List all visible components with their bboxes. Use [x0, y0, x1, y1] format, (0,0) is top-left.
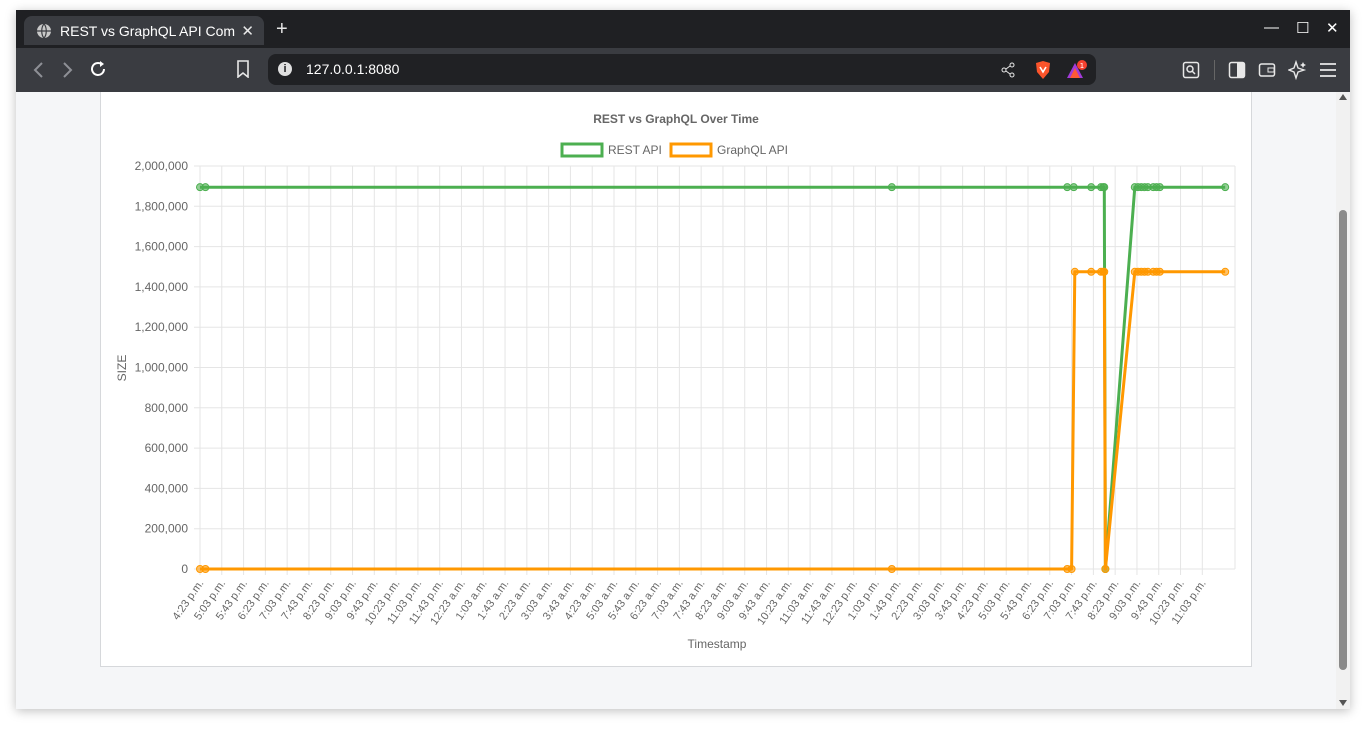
data-point: [1070, 267, 1079, 276]
brave-shield-icon[interactable]: [1034, 60, 1052, 80]
back-icon[interactable]: [32, 60, 46, 80]
legend-swatch: [560, 142, 604, 158]
x-axis: 4:23 p.m.5:03 p.m.5:43 p.m.6:23 p.m.7:03…: [170, 578, 1208, 627]
scroll-down-icon[interactable]: [1339, 700, 1347, 706]
toolbar-divider: [1214, 60, 1215, 80]
scrollbar[interactable]: [1336, 92, 1350, 709]
y-tick-label: 200,000: [145, 522, 189, 536]
data-point: [1100, 183, 1109, 192]
forward-icon[interactable]: [60, 60, 74, 80]
browser-toolbar: i 127.0.0.1:8080 1: [16, 48, 1350, 92]
data-point: [1087, 267, 1096, 276]
menu-icon[interactable]: [1319, 62, 1337, 78]
brave-rewards-icon[interactable]: 1: [1066, 60, 1088, 80]
chart-title: REST vs GraphQL Over Time: [593, 112, 759, 126]
y-tick-label: 0: [181, 562, 188, 576]
browser-window: REST vs GraphQL API Com ✕ + — ☐ ✕ i 127.…: [16, 10, 1350, 709]
y-tick-label: 1,400,000: [135, 280, 189, 294]
page-content: REST vs GraphQL Over Time REST API GraphQ…: [16, 92, 1336, 709]
data-point: [1101, 565, 1110, 573]
info-icon[interactable]: i: [278, 62, 292, 76]
data-point: [201, 565, 210, 573]
y-tick-label: 1,800,000: [135, 199, 189, 213]
y-tick-label: 400,000: [145, 481, 189, 495]
y-tick-label: 1,200,000: [135, 320, 189, 334]
line-chart: REST vs GraphQL Over Time REST API GraphQ…: [115, 112, 1236, 651]
data-point: [1155, 267, 1164, 276]
scroll-up-icon[interactable]: [1339, 94, 1347, 100]
y-tick-label: 2,000,000: [135, 159, 189, 173]
y-axis-title: SIZE: [115, 355, 129, 382]
y-tick-label: 1,600,000: [135, 240, 189, 254]
data-point: [1087, 183, 1096, 192]
data-point: [887, 565, 896, 573]
data-point: [1221, 183, 1230, 192]
data-point: [1069, 183, 1078, 192]
data-point: [201, 183, 210, 192]
wallet-icon[interactable]: [1258, 61, 1276, 79]
scrollbar-thumb[interactable]: [1339, 210, 1347, 670]
y-tick-label: 600,000: [145, 441, 189, 455]
reload-icon[interactable]: [88, 59, 108, 79]
chart-card: REST vs GraphQL Over Time REST API GraphQ…: [100, 92, 1252, 667]
data-point: [1067, 565, 1076, 573]
legend-swatch: [669, 142, 713, 158]
data-point: [887, 183, 896, 192]
data-point: [1221, 267, 1230, 276]
legend-label: REST API: [608, 143, 662, 157]
data-point: [1155, 183, 1164, 192]
maximize-button[interactable]: ☐: [1296, 19, 1309, 37]
x-axis-title: Timestamp: [688, 637, 747, 651]
data-point: [1063, 183, 1072, 192]
series-layer: [196, 183, 1230, 573]
chart-grid: [194, 165, 1236, 575]
minimize-button[interactable]: —: [1264, 19, 1279, 36]
tab-bar: REST vs GraphQL API Com ✕ + — ☐ ✕: [16, 10, 1350, 48]
legend-label: GraphQL API: [717, 143, 788, 157]
leo-ai-icon[interactable]: [1288, 60, 1308, 80]
tab-title: REST vs GraphQL API Com: [60, 22, 236, 39]
url-text[interactable]: 127.0.0.1:8080: [306, 61, 399, 77]
y-tick-label: 1,000,000: [135, 361, 189, 375]
y-tick-label: 800,000: [145, 401, 189, 415]
address-bar[interactable]: i 127.0.0.1:8080 1: [268, 54, 1096, 85]
close-window-button[interactable]: ✕: [1326, 19, 1339, 37]
data-point: [1100, 267, 1109, 276]
globe-icon: [37, 23, 51, 38]
sidebar-icon[interactable]: [1228, 61, 1246, 79]
svg-text:1: 1: [1080, 62, 1084, 70]
share-icon[interactable]: [1000, 62, 1016, 78]
browser-tab[interactable]: REST vs GraphQL API Com ✕: [24, 16, 264, 45]
close-tab-icon[interactable]: ✕: [241, 22, 254, 40]
chart-legend: REST API GraphQL API: [560, 142, 788, 158]
y-axis: 2,000,000 1,800,000 1,600,000 1,400,000 1,20…: [135, 159, 189, 576]
new-tab-button[interactable]: +: [276, 18, 288, 41]
bookmark-icon[interactable]: [236, 60, 250, 78]
reader-mode-icon[interactable]: [1182, 61, 1200, 79]
